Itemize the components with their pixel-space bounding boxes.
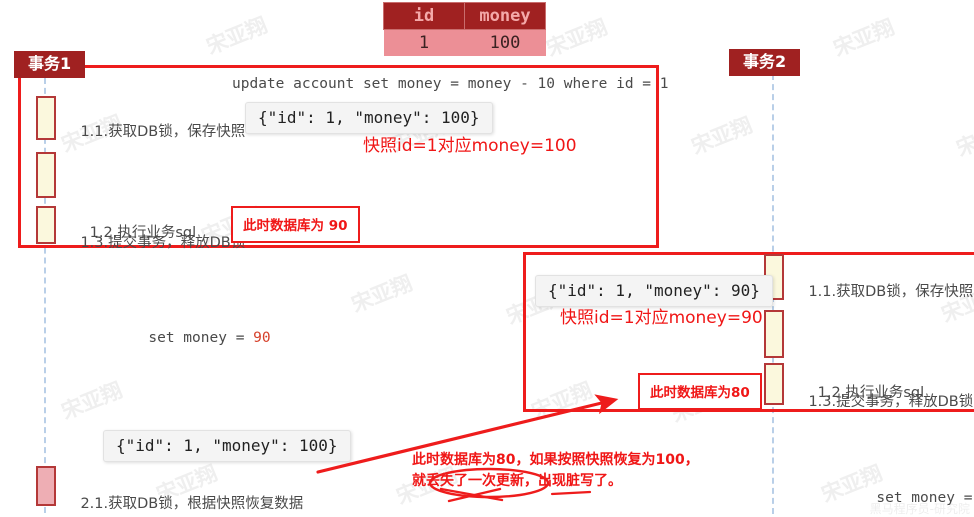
activation-txn1-step1 bbox=[36, 96, 56, 140]
txn2-step-2-sub: set money = bbox=[876, 490, 974, 507]
note-line2-circled: 丢失了一次更新 bbox=[426, 473, 524, 489]
activation-txn1-step3 bbox=[36, 206, 56, 244]
table-header-row: id money bbox=[383, 2, 546, 30]
txn2-db-state-callout: 此时数据库为80 bbox=[638, 373, 762, 410]
activation-txn1-step2 bbox=[36, 152, 56, 198]
txn1-step-1: 1.1.获取DB锁，保存快照 bbox=[62, 101, 245, 164]
dirty-write-note: 此时数据库为80，如果按照快照恢复为100， 就丢失了一次更新，出现脏写了。 bbox=[412, 450, 699, 492]
actor-label-txn1: 事务1 bbox=[14, 51, 86, 79]
cell-id: 1 bbox=[383, 29, 465, 56]
watermark: 宋亚翔 bbox=[203, 13, 271, 59]
note-underline bbox=[550, 490, 592, 496]
sql-statement: update account set money = money - 10 wh… bbox=[232, 76, 669, 92]
txn1-step-2-sub: set money = bbox=[148, 330, 254, 347]
activation-txn2-step2 bbox=[764, 310, 784, 358]
dirty-write-note-line1: 此时数据库为80，如果按照快照恢复为100， bbox=[412, 452, 699, 468]
txn1-step-1-text: 获取DB锁，保存快照 bbox=[108, 124, 246, 141]
activation-rollback-step bbox=[36, 466, 56, 506]
rollback-step-num: 2.1. bbox=[80, 496, 109, 513]
watermark: 宋亚翔 bbox=[348, 271, 416, 317]
watermark: 宋亚翔 bbox=[953, 115, 974, 161]
activation-txn2-step3 bbox=[764, 363, 784, 405]
txn1-step-3-text: 提交事务，释放DB锁 bbox=[108, 235, 246, 252]
note-line2-suffix: ，出现脏写了。 bbox=[524, 473, 622, 489]
txn1-step-3-num: 1.3. bbox=[80, 235, 109, 252]
column-header-id: id bbox=[383, 2, 465, 30]
cell-money: 100 bbox=[464, 29, 546, 56]
txn1-step-1-num: 1.1. bbox=[80, 124, 109, 141]
txn2-step-3: 1.3.提交事务，释放DB锁 bbox=[790, 371, 973, 434]
txn1-step-3: 1.3.提交事务，释放DB锁 bbox=[62, 212, 245, 275]
rollback-step: 2.1.获取DB锁，根据快照恢复数据 bbox=[62, 473, 303, 517]
txn1-snapshot-caption: 快照id=1对应money=100 bbox=[363, 136, 577, 156]
database-state-table: id money 1 100 bbox=[383, 2, 546, 56]
watermark: 宋亚翔 bbox=[830, 15, 898, 61]
txn2-snapshot-caption: 快照id=1对应money=90 bbox=[560, 308, 763, 328]
rollback-step-text: 获取DB锁，根据快照恢复数据 bbox=[108, 496, 304, 513]
txn2-step-1-num: 1.1. bbox=[808, 284, 837, 301]
table-row: 1 100 bbox=[383, 29, 546, 56]
column-header-money: money bbox=[464, 2, 546, 30]
dirty-write-note-line2: 就丢失了一次更新，出现脏写了。 bbox=[412, 471, 699, 492]
txn1-snapshot-chip: {"id": 1, "money": 100} bbox=[245, 102, 493, 134]
watermark: 宋亚翔 bbox=[543, 15, 611, 61]
txn2-step-3-num: 1.3. bbox=[808, 394, 837, 411]
txn1-step-2-value: 90 bbox=[253, 330, 271, 347]
actor-label-txn2: 事务2 bbox=[729, 49, 801, 77]
rollback-snapshot-chip: {"id": 1, "money": 100} bbox=[103, 430, 351, 462]
txn1-step-2: 1.2.执行业务sql set money = 90 bbox=[62, 160, 271, 412]
txn2-step-3-text: 提交事务，释放DB锁 bbox=[836, 394, 974, 411]
txn1-db-state-callout: 此时数据库为 90 bbox=[231, 206, 360, 243]
diagram-canvas: 宋亚翔 宋亚翔 宋亚翔 宋亚翔 宋亚翔 宋亚翔 宋亚翔 宋亚翔 宋亚翔 宋亚翔 … bbox=[0, 0, 974, 517]
txn2-step-1: 1.1.获取DB锁，保存快照 bbox=[790, 261, 973, 324]
watermark: 宋亚翔 bbox=[688, 113, 756, 159]
note-line2-prefix: 就 bbox=[412, 473, 426, 489]
txn2-step-1-text: 获取DB锁，保存快照 bbox=[836, 284, 974, 301]
